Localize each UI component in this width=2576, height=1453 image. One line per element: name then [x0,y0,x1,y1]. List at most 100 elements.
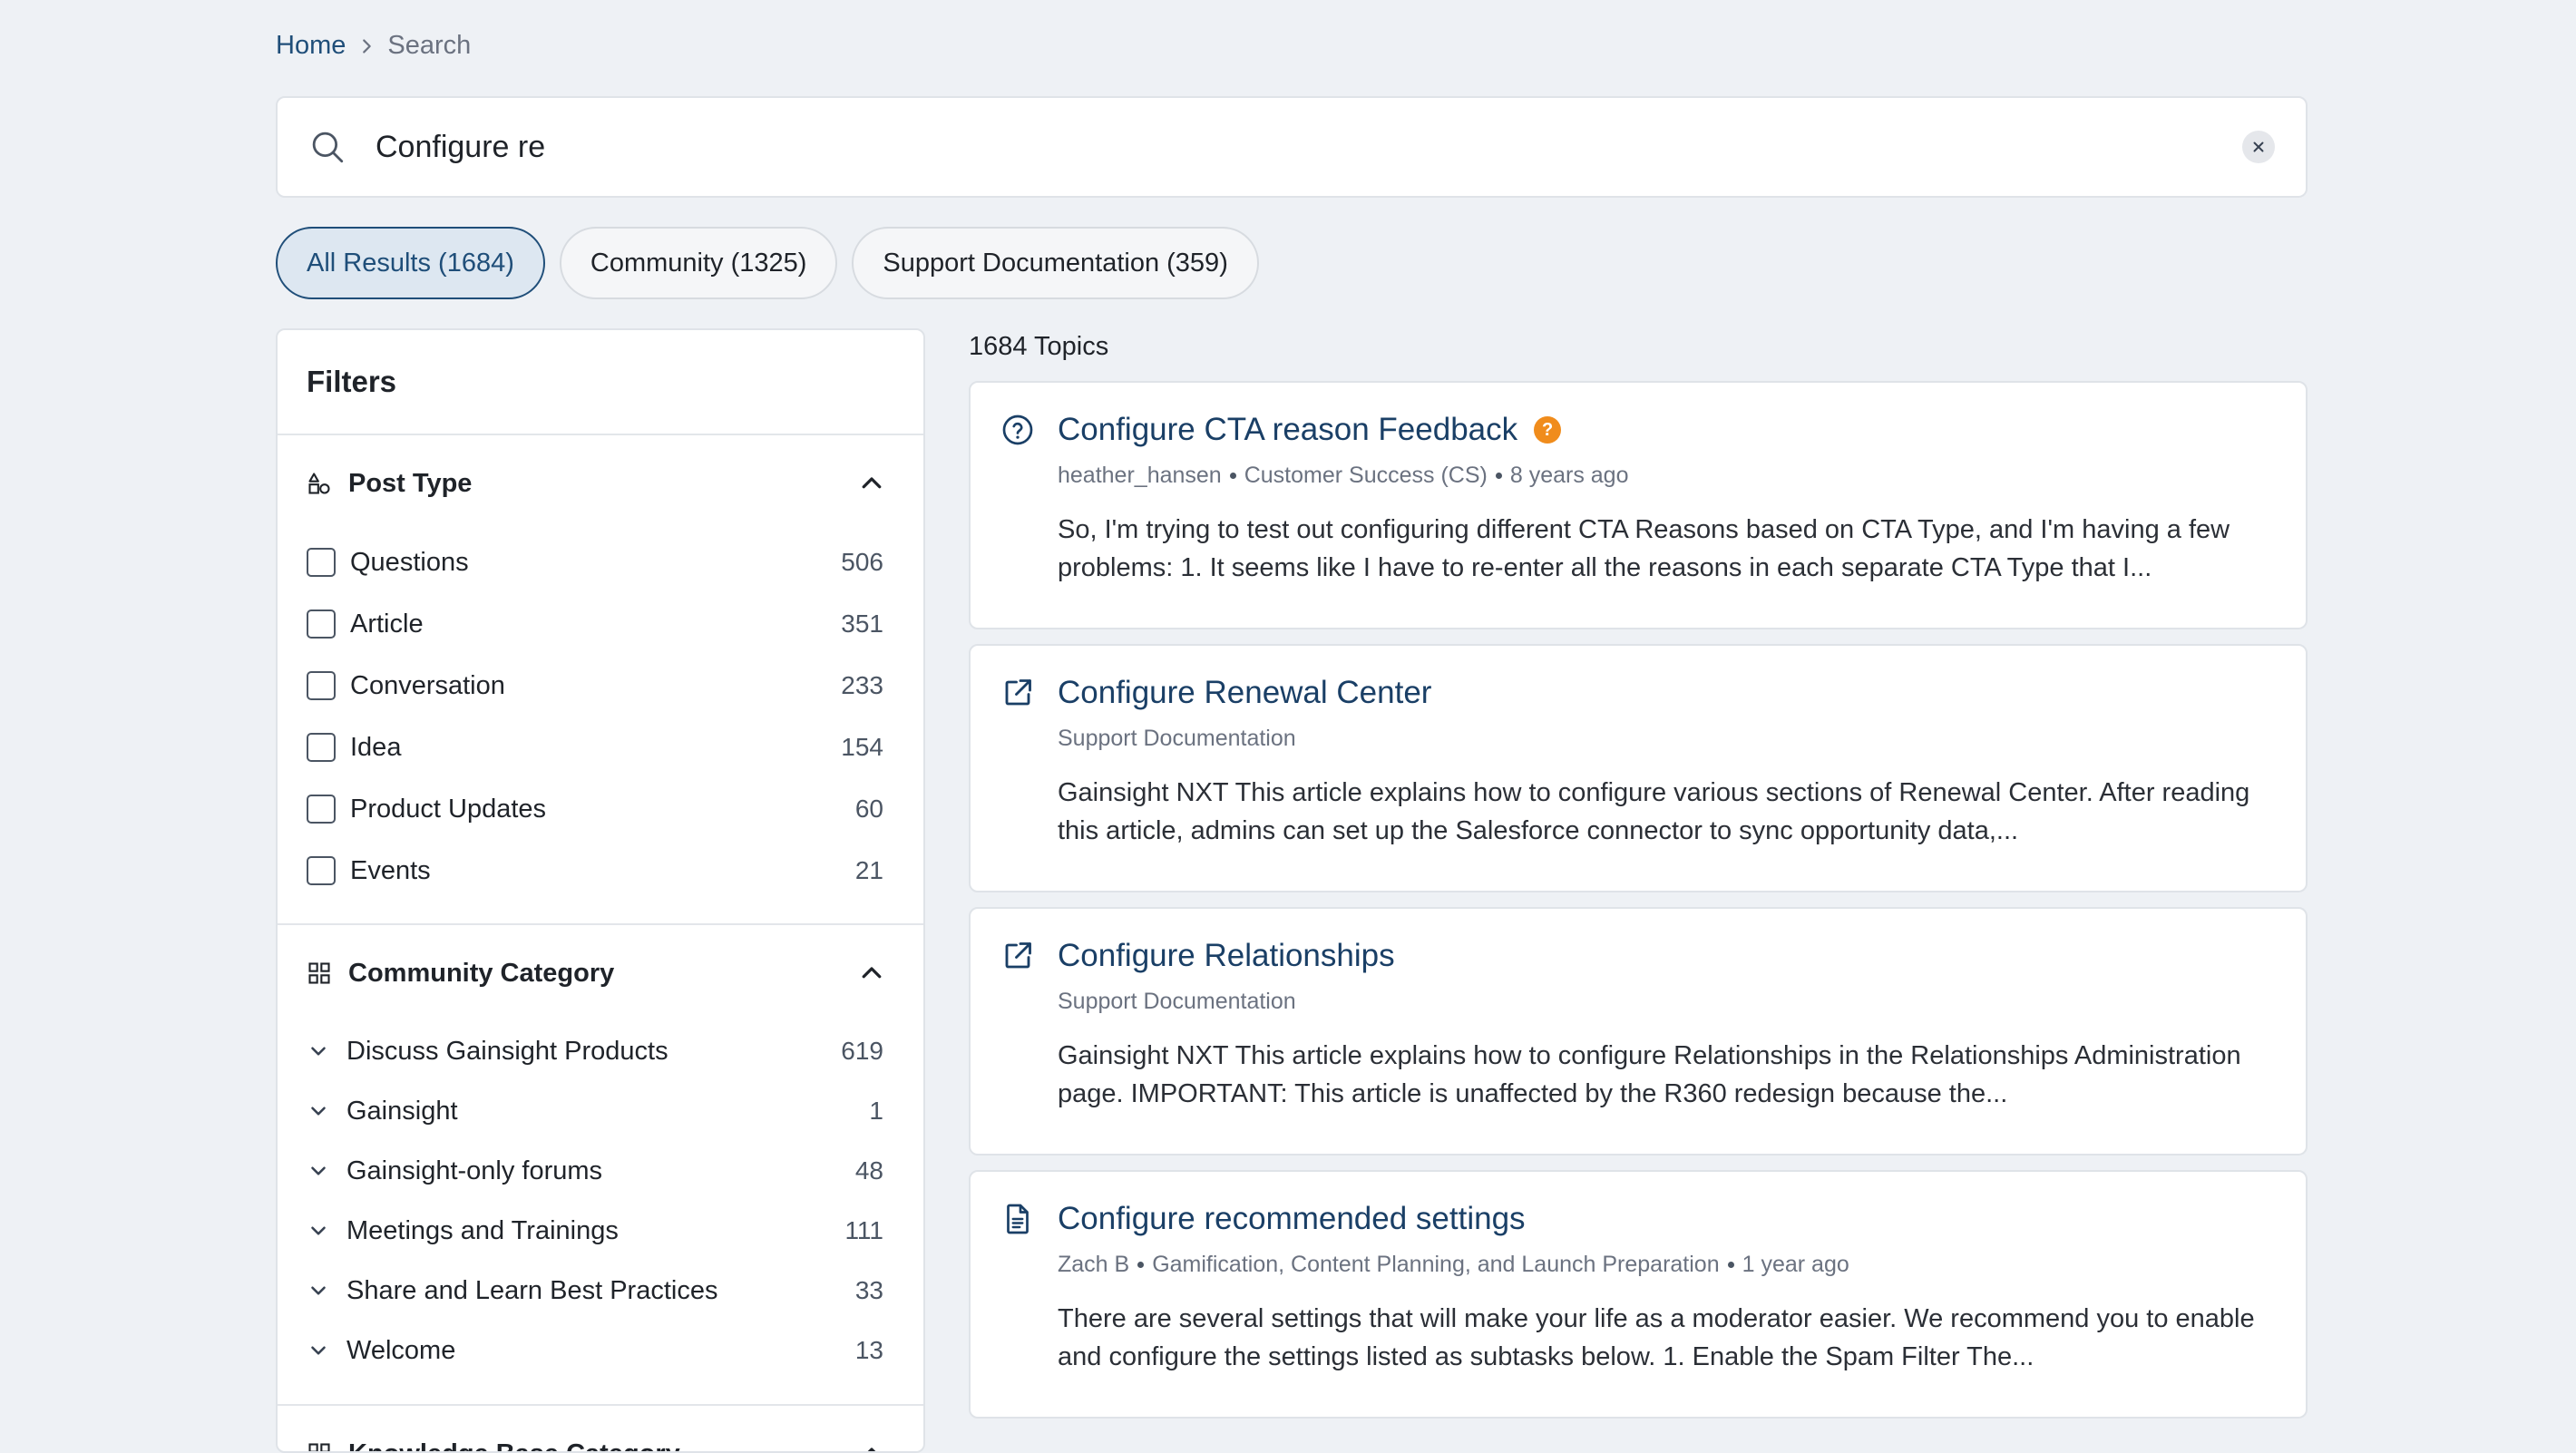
breadcrumb: Home Search [276,31,471,61]
tab-community[interactable]: Community (1325) [560,227,838,299]
search-bar [276,96,2308,198]
result-excerpt: Gainsight NXT This article explains how … [1058,774,2269,850]
chevron-down-icon[interactable] [307,1039,330,1063]
chevron-down-icon[interactable] [307,1339,330,1362]
checkbox[interactable] [307,733,336,762]
result-tabs: All Results (1684) Community (1325) Supp… [276,227,1259,299]
post-type-option-events[interactable]: Events 21 [307,840,894,902]
search-page: Home Search All Results (1684) Community… [276,0,2308,1426]
checkbox[interactable] [307,671,336,700]
search-input[interactable] [376,130,2242,165]
timestamp: 8 years ago [1510,463,1629,489]
community-category-toggle[interactable]: Community Category [307,925,894,1021]
option-count: 1 [869,1097,883,1126]
knowledge-base-category-toggle[interactable]: Knowledge Base Category [307,1406,894,1453]
breadcrumb-home-link[interactable]: Home [276,31,346,61]
option-label: Welcome [346,1336,855,1366]
result-title-link[interactable]: Configure CTA reason Feedback [1058,412,1517,448]
document-icon [1001,1203,1034,1235]
category-option-gainsight[interactable]: Gainsight 1 [307,1081,894,1141]
chevron-up-icon [858,470,885,497]
option-label: Share and Learn Best Practices [346,1276,855,1306]
filters-title: Filters [278,330,923,435]
chevron-up-icon [858,960,885,987]
post-type-option-questions[interactable]: Questions 506 [307,531,894,593]
post-type-option-idea[interactable]: Idea 154 [307,717,894,778]
question-circle-icon [1001,414,1034,446]
option-label: Conversation [350,671,841,701]
tab-all-results[interactable]: All Results (1684) [276,227,545,299]
post-type-toggle[interactable]: Post Type [307,435,894,531]
result-title-link[interactable]: Configure recommended settings [1058,1201,1526,1237]
result-card[interactable]: Configure Renewal Center Support Documen… [969,644,2308,892]
filter-section-knowledge-base-category: Knowledge Base Category [278,1406,923,1453]
result-card[interactable]: Configure CTA reason Feedback ? heather_… [969,381,2308,629]
category-option-meetings-and-trainings[interactable]: Meetings and Trainings 111 [307,1201,894,1261]
option-label: Article [350,609,841,639]
tab-support-documentation[interactable]: Support Documentation (359) [852,227,1258,299]
author-link[interactable]: heather_hansen [1058,463,1222,489]
option-label: Questions [350,548,841,578]
separator-dot [1230,473,1236,479]
post-type-option-conversation[interactable]: Conversation 233 [307,655,894,717]
category-link[interactable]: Gamification, Content Planning, and Laun… [1152,1252,1719,1278]
option-count: 13 [855,1336,883,1365]
shapes-icon [307,471,332,496]
checkbox[interactable] [307,548,336,577]
results-list: Configure CTA reason Feedback ? heather_… [969,381,2308,1433]
post-type-option-product-updates[interactable]: Product Updates 60 [307,778,894,840]
checkbox[interactable] [307,856,336,885]
chevron-down-icon[interactable] [307,1159,330,1183]
category-option-gainsight-only-forums[interactable]: Gainsight-only forums 48 [307,1141,894,1201]
result-card[interactable]: Configure recommended settings Zach B Ga… [969,1170,2308,1419]
result-meta: Support Documentation [1058,726,2269,752]
checkbox[interactable] [307,795,336,824]
option-label: Meetings and Trainings [346,1216,844,1246]
option-label: Idea [350,733,841,763]
author-link[interactable]: Zach B [1058,1252,1129,1278]
option-label: Gainsight-only forums [346,1156,855,1186]
chevron-down-icon[interactable] [307,1219,330,1243]
filter-section-community-category: Community Category Discuss Gainsight Pro… [278,925,923,1406]
result-meta: Zach B Gamification, Content Planning, a… [1058,1252,2269,1278]
question-badge: ? [1534,416,1561,444]
search-icon [308,128,346,166]
chevron-right-icon [356,36,376,56]
result-card[interactable]: Configure Relationships Support Document… [969,907,2308,1156]
result-excerpt: Gainsight NXT This article explains how … [1058,1037,2269,1113]
source-label: Support Documentation [1058,726,1296,752]
close-icon [2250,139,2267,155]
filters-panel: Filters Post Type Questions 506 [276,328,925,1453]
category-option-discuss-gainsight-products[interactable]: Discuss Gainsight Products 619 [307,1021,894,1081]
separator-dot [1728,1262,1734,1268]
result-excerpt: So, I'm trying to test out configuring d… [1058,511,2269,587]
breadcrumb-current: Search [387,31,471,61]
external-link-icon [1001,940,1034,972]
timestamp: 1 year ago [1742,1252,1849,1278]
category-link[interactable]: Customer Success (CS) [1244,463,1488,489]
option-label: Product Updates [350,795,855,824]
post-type-option-article[interactable]: Article 351 [307,593,894,655]
result-excerpt: There are several settings that will mak… [1058,1300,2269,1376]
category-option-share-and-learn-best-practices[interactable]: Share and Learn Best Practices 33 [307,1261,894,1321]
category-option-welcome[interactable]: Welcome 13 [307,1321,894,1380]
option-count: 60 [855,795,883,824]
result-meta: heather_hansen Customer Success (CS) 8 y… [1058,463,2269,489]
chevron-down-icon[interactable] [307,1279,330,1302]
grid-icon [307,961,332,986]
clear-search-button[interactable] [2242,131,2275,163]
result-title-link[interactable]: Configure Relationships [1058,938,1395,974]
option-label: Events [350,856,855,886]
option-count: 111 [844,1216,883,1245]
result-title-link[interactable]: Configure Renewal Center [1058,675,1431,711]
result-meta: Support Documentation [1058,989,2269,1015]
source-label: Support Documentation [1058,989,1296,1015]
option-count: 33 [855,1276,883,1305]
chevron-down-icon[interactable] [307,1099,330,1123]
separator-dot [1137,1262,1144,1268]
post-type-title: Post Type [348,469,858,499]
checkbox[interactable] [307,609,336,639]
option-count: 233 [841,671,883,700]
chevron-up-icon [858,1440,885,1453]
option-count: 619 [841,1037,883,1066]
